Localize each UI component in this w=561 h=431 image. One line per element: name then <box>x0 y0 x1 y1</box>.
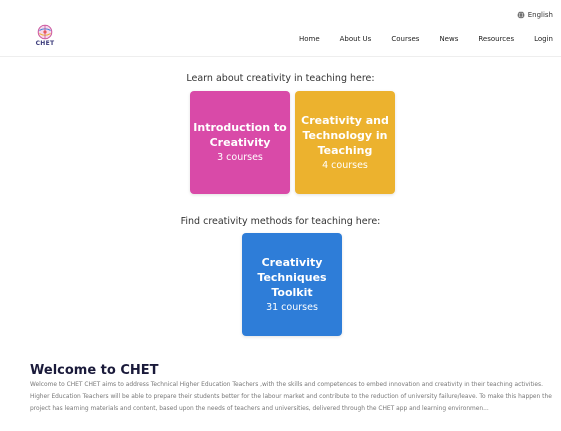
chet-logo[interactable]: CHET <box>32 24 58 52</box>
card-course-count: 3 courses <box>217 152 263 163</box>
section-heading-methods: Find creativity methods for teaching her… <box>180 216 381 227</box>
welcome-title: Welcome to CHET <box>30 363 159 378</box>
card-title-line: Introduction to <box>193 121 287 134</box>
card-title-line: Creativity <box>209 136 271 149</box>
language-label: English <box>527 11 553 19</box>
nav-courses[interactable]: Courses <box>381 34 429 44</box>
course-card-creativity-techniques-toolkit[interactable]: Creativity Techniques Toolkit 31 courses <box>242 233 342 336</box>
language-selector[interactable]: English <box>517 11 553 19</box>
card-title-line: Creativity and <box>301 113 389 127</box>
card-title-line: Teaching <box>317 143 373 157</box>
card-title-line: Techniques <box>257 270 327 284</box>
card-title-line: Toolkit <box>271 285 313 299</box>
nav-resources[interactable]: Resources <box>468 34 524 44</box>
card-course-count: 4 courses <box>322 159 368 171</box>
card-course-count: 31 courses <box>266 301 318 313</box>
page: English CHET Home About Us Courses News … <box>0 0 561 431</box>
main-nav: Home About Us Courses News Resources Log… <box>289 34 555 44</box>
card-title-line: Technology in <box>302 128 388 142</box>
nav-news[interactable]: News <box>429 34 468 44</box>
nav-about-us[interactable]: About Us <box>330 34 382 44</box>
course-card-introduction-to-creativity[interactable]: Introduction to Creativity 3 courses <box>190 91 290 194</box>
logo-globe-icon <box>37 24 53 40</box>
course-card-creativity-and-technology[interactable]: Creativity and Technology in Teaching 4 … <box>295 91 395 194</box>
logo-text: CHET <box>35 40 55 47</box>
section-heading-learn: Learn about creativity in teaching here: <box>186 73 375 84</box>
nav-login[interactable]: Login <box>524 34 555 44</box>
globe-icon <box>517 11 525 19</box>
welcome-text: Welcome to CHET CHET aims to address Tec… <box>30 382 552 413</box>
nav-home[interactable]: Home <box>289 34 330 44</box>
card-title-line: Creativity <box>261 255 323 269</box>
header-divider <box>0 56 561 57</box>
